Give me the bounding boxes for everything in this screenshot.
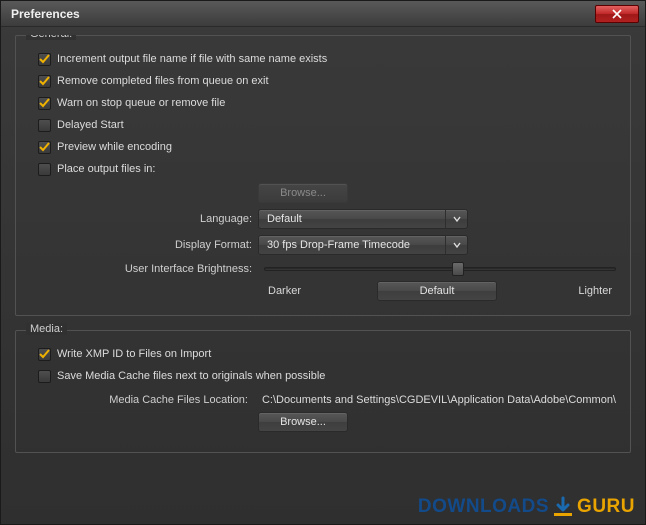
option-write-xmp: Write XMP ID to Files on Import <box>38 346 616 362</box>
content-area: General: Increment output file name if f… <box>15 35 631 510</box>
language-label: Language: <box>30 213 258 225</box>
preferences-window: Preferences General: Increment output fi… <box>0 0 646 525</box>
brightness-label: User Interface Brightness: <box>30 263 258 275</box>
label-warn-stop: Warn on stop queue or remove file <box>57 95 225 111</box>
language-value: Default <box>267 213 445 225</box>
option-preview-encoding: Preview while encoding <box>38 139 616 155</box>
checkbox-place-output[interactable] <box>38 163 51 176</box>
option-place-output: Place output files in: <box>38 161 616 177</box>
option-save-cache: Save Media Cache files next to originals… <box>38 368 616 384</box>
browse-output-row: Browse... <box>30 183 616 203</box>
general-group-title: General: <box>26 35 76 40</box>
close-button[interactable] <box>595 5 639 23</box>
label-place-output: Place output files in: <box>57 161 155 177</box>
checkbox-warn-stop[interactable] <box>38 97 51 110</box>
cache-location-label: Media Cache Files Location: <box>30 394 254 406</box>
brightness-darker-label: Darker <box>258 285 318 297</box>
label-save-cache: Save Media Cache files next to originals… <box>57 368 325 384</box>
display-format-value: 30 fps Drop-Frame Timecode <box>267 239 445 251</box>
media-group-title: Media: <box>26 323 67 335</box>
label-remove-completed: Remove completed files from queue on exi… <box>57 73 269 89</box>
language-select[interactable]: Default <box>258 209 468 229</box>
cache-location-value: C:\Documents and Settings\CGDEVIL\Applic… <box>254 394 616 406</box>
option-remove-completed: Remove completed files from queue on exi… <box>38 73 616 89</box>
browse-cache-row: Browse... <box>30 412 616 432</box>
close-icon <box>612 9 622 19</box>
browse-cache-button[interactable]: Browse... <box>258 412 348 432</box>
option-increment-output: Increment output file name if file with … <box>38 51 616 67</box>
checkbox-save-cache[interactable] <box>38 370 51 383</box>
label-preview-encoding: Preview while encoding <box>57 139 172 155</box>
display-format-label: Display Format: <box>30 239 258 251</box>
titlebar: Preferences <box>1 1 645 27</box>
checkbox-increment-output[interactable] <box>38 53 51 66</box>
display-format-select[interactable]: 30 fps Drop-Frame Timecode <box>258 235 468 255</box>
browse-output-button: Browse... <box>258 183 348 203</box>
checkbox-delayed-start[interactable] <box>38 119 51 132</box>
display-format-row: Display Format: 30 fps Drop-Frame Timeco… <box>30 235 616 255</box>
brightness-controls: Darker Default Lighter <box>30 281 616 301</box>
chevron-down-icon <box>445 210 467 228</box>
brightness-row: User Interface Brightness: <box>30 263 616 275</box>
brightness-thumb[interactable] <box>452 262 464 276</box>
chevron-down-icon <box>445 236 467 254</box>
window-title: Preferences <box>11 7 80 21</box>
general-group: General: Increment output file name if f… <box>15 35 631 316</box>
label-write-xmp: Write XMP ID to Files on Import <box>57 346 211 362</box>
label-delayed-start: Delayed Start <box>57 117 124 133</box>
label-increment-output: Increment output file name if file with … <box>57 51 327 67</box>
option-warn-stop: Warn on stop queue or remove file <box>38 95 616 111</box>
language-row: Language: Default <box>30 209 616 229</box>
media-group: Media: Write XMP ID to Files on Import S… <box>15 330 631 453</box>
option-delayed-start: Delayed Start <box>38 117 616 133</box>
brightness-default-button[interactable]: Default <box>377 281 497 301</box>
brightness-lighter-label: Lighter <box>556 285 616 297</box>
checkbox-remove-completed[interactable] <box>38 75 51 88</box>
checkbox-preview-encoding[interactable] <box>38 141 51 154</box>
cache-location-row: Media Cache Files Location: C:\Documents… <box>30 394 616 406</box>
checkbox-write-xmp[interactable] <box>38 348 51 361</box>
brightness-slider[interactable] <box>264 267 616 271</box>
